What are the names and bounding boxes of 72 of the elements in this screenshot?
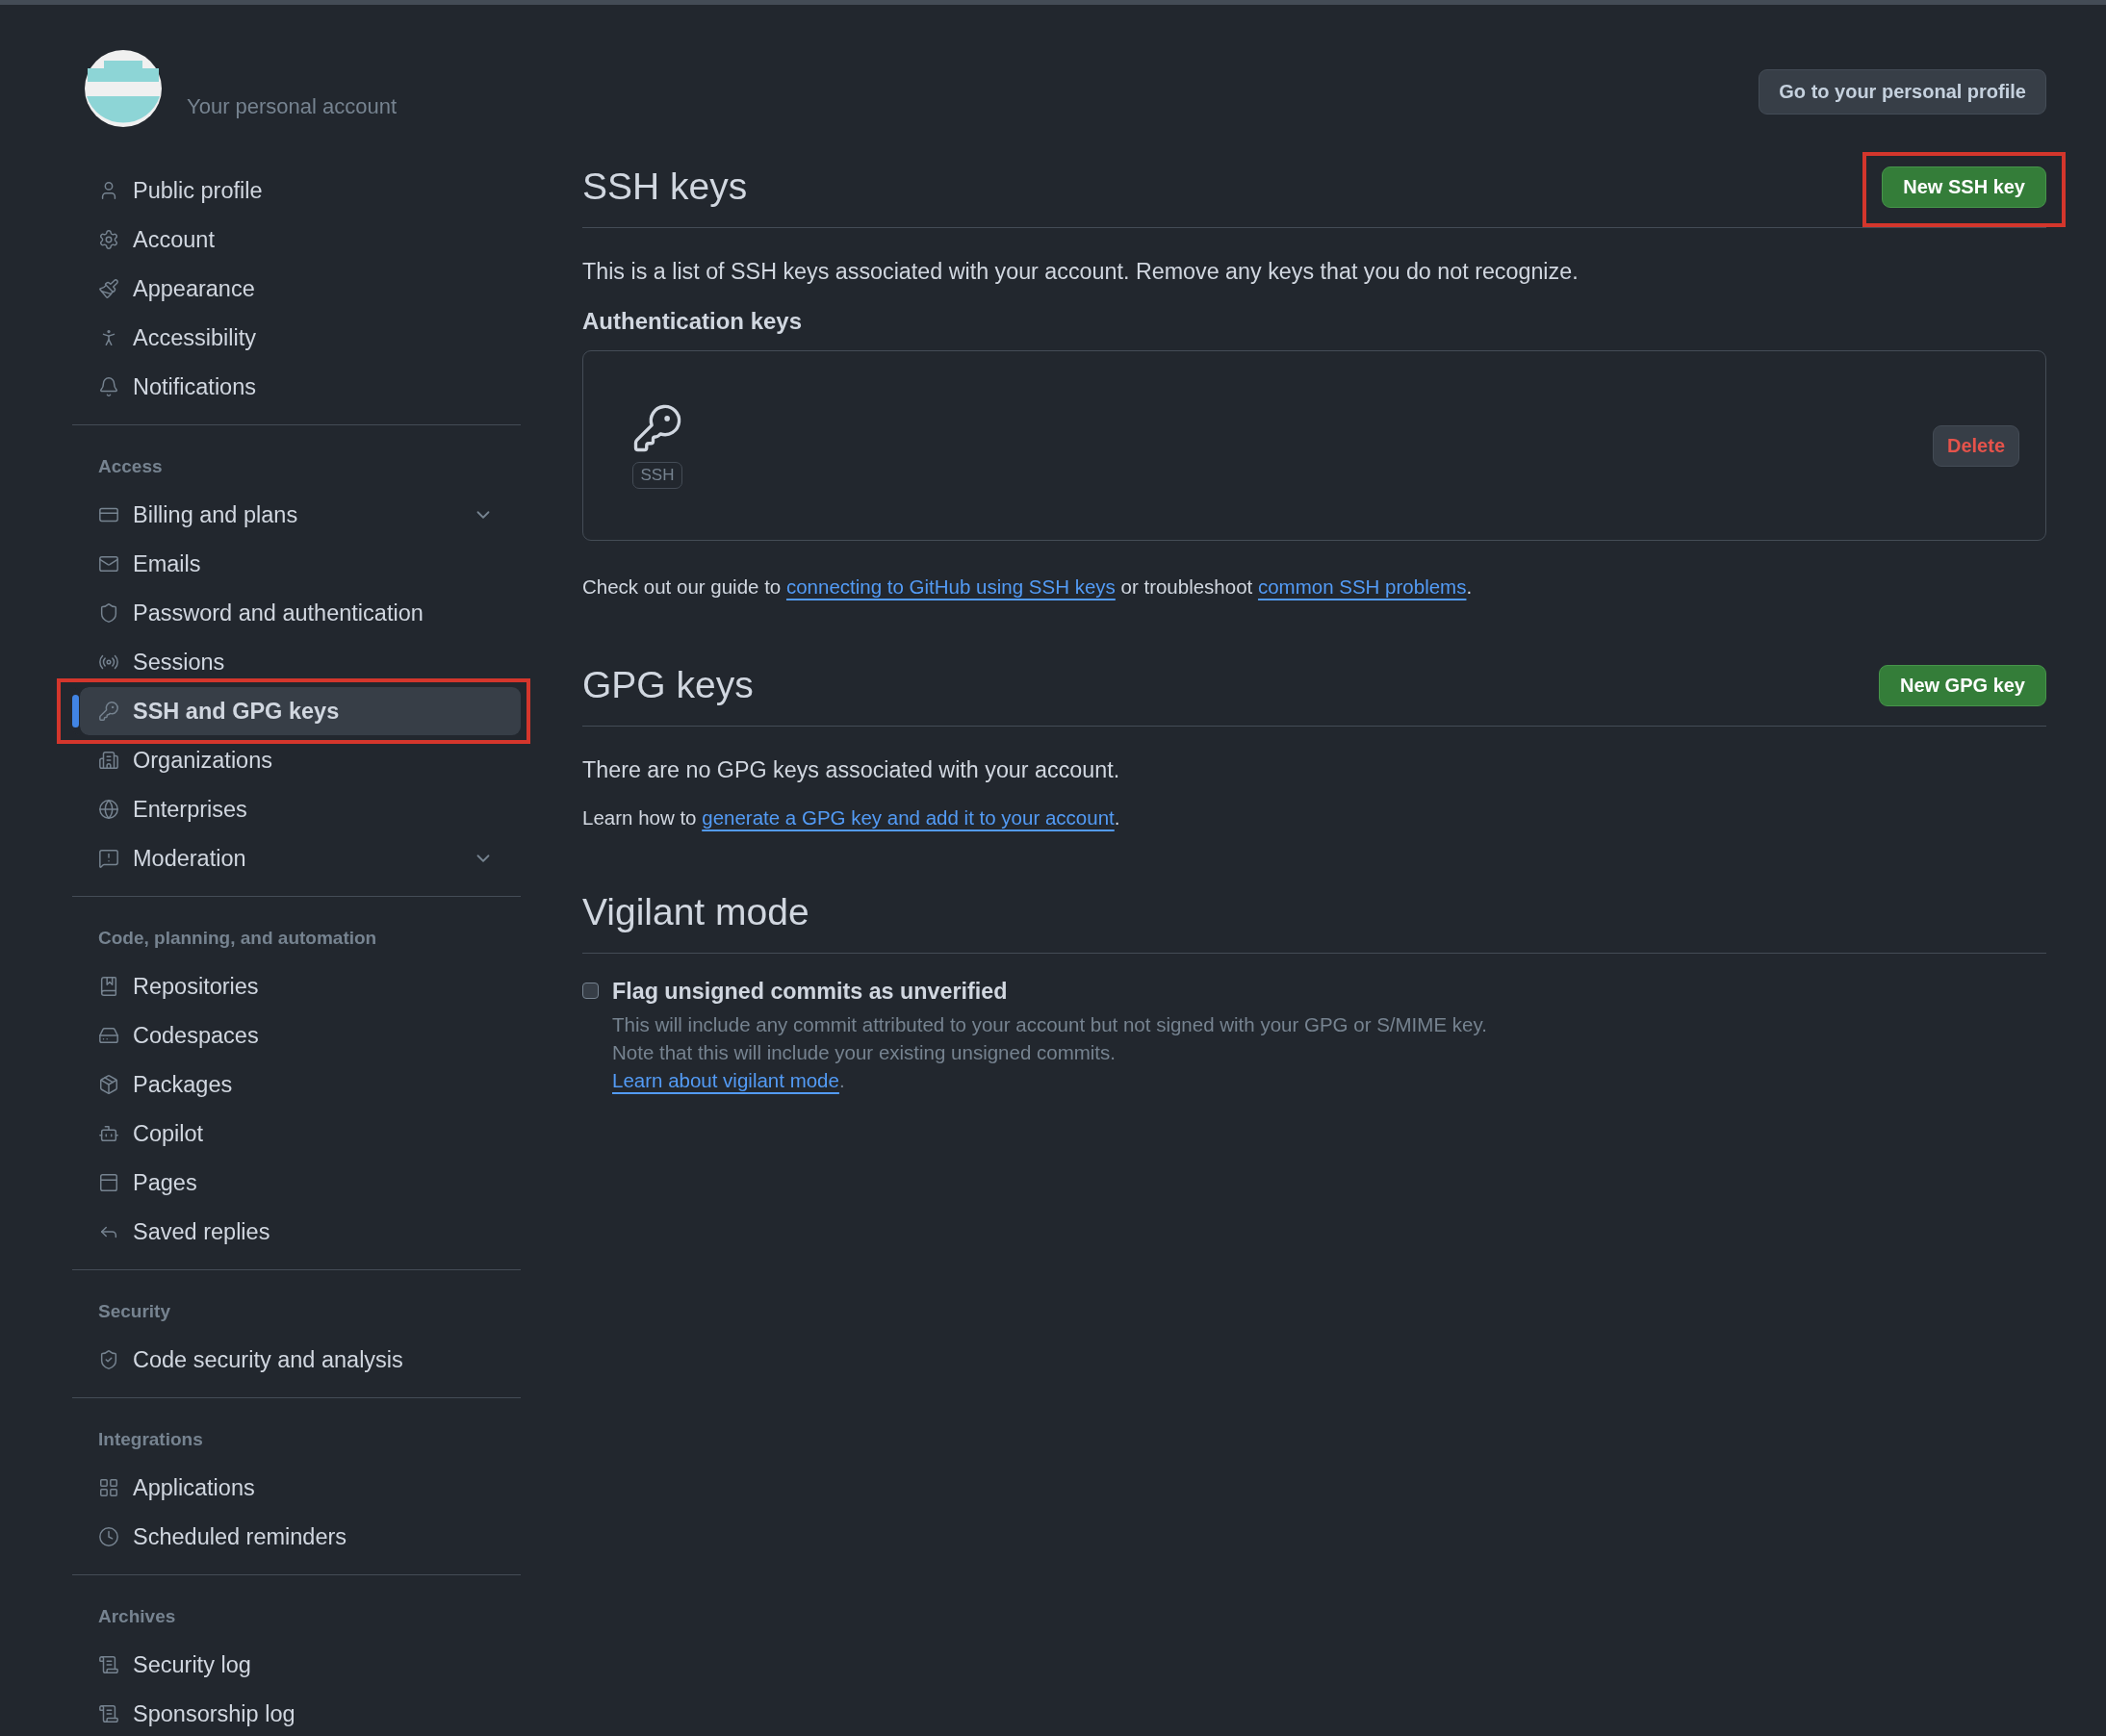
group-heading: Security (97, 1300, 171, 1323)
learn-text: Learn how to generate a GPG key and add it to your account. (582, 806, 1121, 830)
text-link[interactable]: common SSH problems (1257, 575, 1467, 598)
option-note: Note that this will include your existing unsigned commits. (612, 1040, 1117, 1065)
learn-text: Learn about vigilant mode. (612, 1068, 846, 1093)
sidebar-item[interactable]: Billing and plans (72, 491, 521, 539)
sidebar-item[interactable]: Account (72, 216, 521, 264)
nav-icon (98, 1526, 119, 1547)
section-title: GPG keys (582, 664, 754, 706)
nav-icon (98, 848, 119, 869)
sidebar-item[interactable]: Organizations (72, 736, 521, 784)
group-heading: Access (97, 455, 164, 478)
key-icon (631, 402, 683, 454)
nav-icon (98, 1703, 119, 1724)
group-heading: Code, planning, and automation (97, 927, 378, 950)
sidebar-item[interactable]: Accessibility (72, 314, 521, 362)
nav-icon (98, 1074, 119, 1095)
section-title: Vigilant mode (582, 891, 809, 933)
nav-icon (98, 602, 119, 624)
sidebar-item[interactable]: Pages (72, 1159, 521, 1207)
account-label: Your personal account (187, 94, 398, 119)
option-label: Flag unsigned commits as unverified (612, 979, 1009, 1005)
nav-icon (98, 1349, 119, 1370)
nav-icon (98, 229, 119, 250)
nav-icon (98, 1025, 119, 1046)
new-key-button[interactable]: New GPG key (1878, 664, 2046, 706)
nav-icon (98, 1172, 119, 1193)
sidebar-item[interactable]: Moderation (72, 834, 521, 882)
sidebar-item[interactable]: Public profile (72, 166, 521, 215)
sidebar-item[interactable]: Emails (72, 540, 521, 588)
sidebar-item[interactable]: Code security and analysis (72, 1336, 521, 1384)
empty-text: There are no GPG keys associated with your account. (582, 757, 1121, 783)
sidebar-item[interactable]: Saved replies (72, 1208, 521, 1256)
nav-icon (98, 750, 119, 771)
sidebar-item[interactable]: Notifications (72, 363, 521, 411)
text-link[interactable]: connecting to GitHub using SSH keys (785, 575, 1116, 598)
nav-icon (98, 278, 119, 299)
sidebar-item[interactable]: Enterprises (72, 785, 521, 833)
sidebar-item[interactable]: Copilot (72, 1110, 521, 1158)
selected-indicator (72, 695, 79, 728)
nav-icon (98, 1654, 119, 1675)
sidebar-item[interactable]: Applications (72, 1464, 521, 1512)
nav-icon (98, 376, 119, 397)
key-type-label: SSH (631, 462, 683, 489)
section-title: SSH keys (582, 166, 748, 208)
sidebar-item[interactable]: SSH and GPG keys (72, 687, 521, 735)
new-key-button[interactable]: New SSH key (1882, 166, 2046, 208)
guide-text: Check out our guide to connecting to GitHub using SSH keys or troubleshoot common SSH problems. (582, 575, 1474, 599)
sidebar-item[interactable]: Codespaces (72, 1011, 521, 1059)
nav-icon (98, 1123, 119, 1144)
nav-icon (98, 799, 119, 820)
sidebar-item[interactable]: Security log (72, 1641, 521, 1689)
subsection-title: Authentication keys (582, 308, 804, 335)
sidebar-item[interactable]: Scheduled reminders (72, 1513, 521, 1561)
text-link[interactable]: generate a GPG key and add it to your account (702, 806, 1115, 829)
profile-button[interactable]: Go to your personal profile (1759, 69, 2046, 115)
nav-icon (98, 976, 119, 997)
sidebar-item[interactable]: Sponsorship log (72, 1690, 521, 1736)
nav-icon (98, 1477, 119, 1498)
sidebar-item[interactable]: Appearance (72, 265, 521, 313)
group-heading: Integrations (97, 1428, 204, 1451)
nav-icon (98, 701, 119, 722)
sidebar-item[interactable]: Password and authentication (72, 589, 521, 637)
sidebar-item[interactable]: Packages (72, 1060, 521, 1109)
text-link[interactable]: Learn about vigilant mode (612, 1069, 839, 1091)
description-text: This is a list of SSH keys associated with your account. Remove any keys that you do not recognize. (582, 259, 1580, 285)
sidebar-item[interactable]: Sessions (72, 638, 521, 686)
group-heading: Archives (97, 1605, 177, 1628)
checkbox[interactable] (582, 983, 599, 999)
sidebar-item[interactable]: Repositories (72, 962, 521, 1010)
option-note: This will include any commit attributed to your account but not signed with your GPG or S/MIME key. (612, 1012, 1487, 1037)
nav-icon (98, 553, 119, 574)
